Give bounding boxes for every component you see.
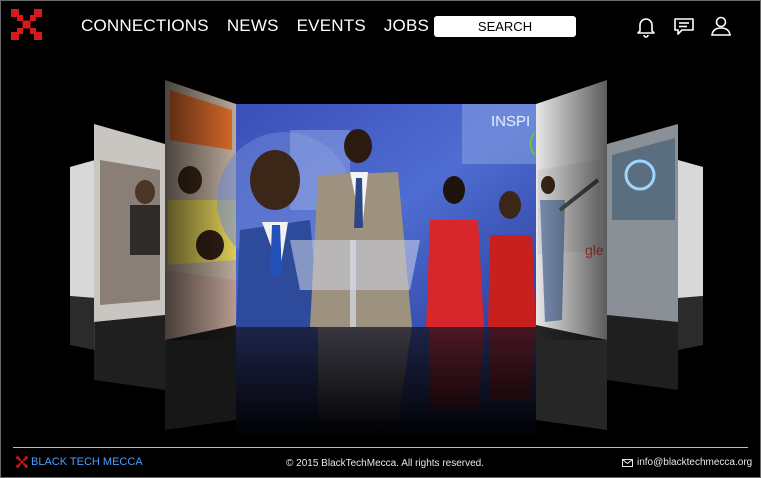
carousel-slide-far-right[interactable] <box>678 160 703 350</box>
svg-text:(: ( <box>528 129 536 156</box>
footer-email-label: info@blacktechmecca.org <box>637 457 753 468</box>
main-nav: CONNECTIONS NEWS EVENTS JOBS <box>81 16 429 36</box>
chat-icon[interactable] <box>672 14 696 38</box>
nav-jobs[interactable]: JOBS <box>384 16 429 36</box>
mail-icon <box>622 458 633 467</box>
carousel-slide-far-left[interactable] <box>70 160 95 350</box>
footer-brand-link[interactable]: BLACK TECH MECCA <box>16 456 143 468</box>
nav-events[interactable]: EVENTS <box>297 16 366 36</box>
footer-divider <box>13 447 748 448</box>
footer-email-link[interactable]: info@blacktechmecca.org <box>622 457 752 468</box>
logo-icon[interactable] <box>10 8 43 41</box>
bell-icon[interactable] <box>634 14 658 38</box>
nav-news[interactable]: NEWS <box>227 16 279 36</box>
nav-connections[interactable]: CONNECTIONS <box>81 16 209 36</box>
footer-brand-label: BLACK TECH MECCA <box>31 456 143 468</box>
user-icon[interactable] <box>709 14 733 38</box>
search-button[interactable]: SEARCH <box>434 16 576 37</box>
carousel-slide-right-2[interactable] <box>607 124 678 390</box>
featured-banner-text: INSPI <box>491 113 530 130</box>
carousel-canvas: INSPI ( gle <box>70 80 703 440</box>
carousel-slide-featured[interactable]: INSPI ( <box>217 104 536 440</box>
carousel-slide-left-2[interactable] <box>94 124 165 390</box>
copyright-text: © 2015 BlackTechMecca. All rights reserv… <box>286 458 485 469</box>
photo-carousel[interactable]: INSPI ( gle <box>0 60 761 440</box>
black-tech-mecca-logo-icon <box>16 456 28 468</box>
